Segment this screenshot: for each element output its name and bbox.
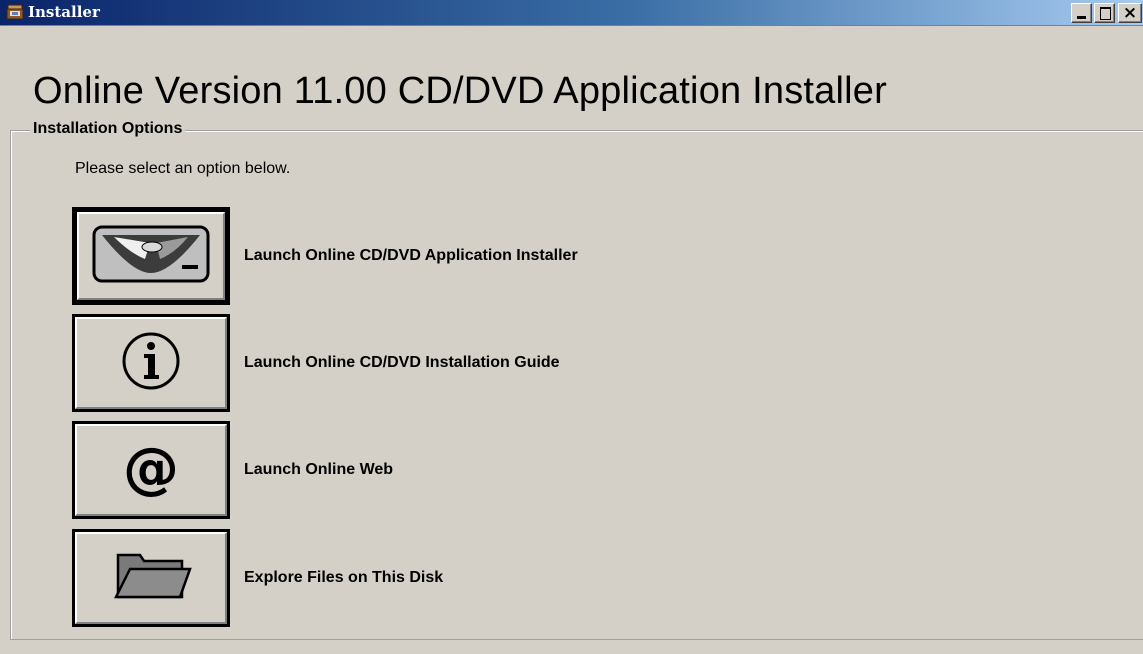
maximize-icon: [1100, 7, 1111, 20]
option-label-explore[interactable]: Explore Files on This Disk: [244, 569, 443, 587]
close-button[interactable]: ×: [1118, 3, 1142, 23]
title-bar[interactable]: Installer ×: [0, 0, 1143, 26]
group-label: Installation Options: [30, 120, 186, 138]
instructions-text: Please select an option below.: [75, 160, 291, 177]
svg-text:@: @: [123, 436, 179, 501]
launch-installer-button[interactable]: [72, 207, 230, 305]
close-icon: ×: [1122, 3, 1138, 23]
folder-icon: [110, 545, 192, 612]
page-title: Online Version 11.00 CD/DVD Application …: [33, 70, 887, 112]
info-icon: [120, 330, 182, 397]
minimize-button[interactable]: [1071, 3, 1092, 23]
window-title: Installer: [28, 3, 100, 21]
option-label-installer[interactable]: Launch Online CD/DVD Application Install…: [244, 247, 578, 265]
installation-guide-button[interactable]: [72, 314, 230, 412]
at-sign-icon: @: [118, 435, 184, 506]
installer-app-icon: [6, 4, 24, 21]
option-label-web[interactable]: Launch Online Web: [244, 461, 393, 479]
maximize-button[interactable]: [1094, 3, 1115, 23]
option-label-guide[interactable]: Launch Online CD/DVD Installation Guide: [244, 354, 560, 372]
minimize-icon: [1077, 16, 1086, 19]
explore-files-button[interactable]: [72, 529, 230, 627]
cd-drive-icon: [90, 223, 212, 290]
launch-web-button[interactable]: @: [72, 421, 230, 519]
